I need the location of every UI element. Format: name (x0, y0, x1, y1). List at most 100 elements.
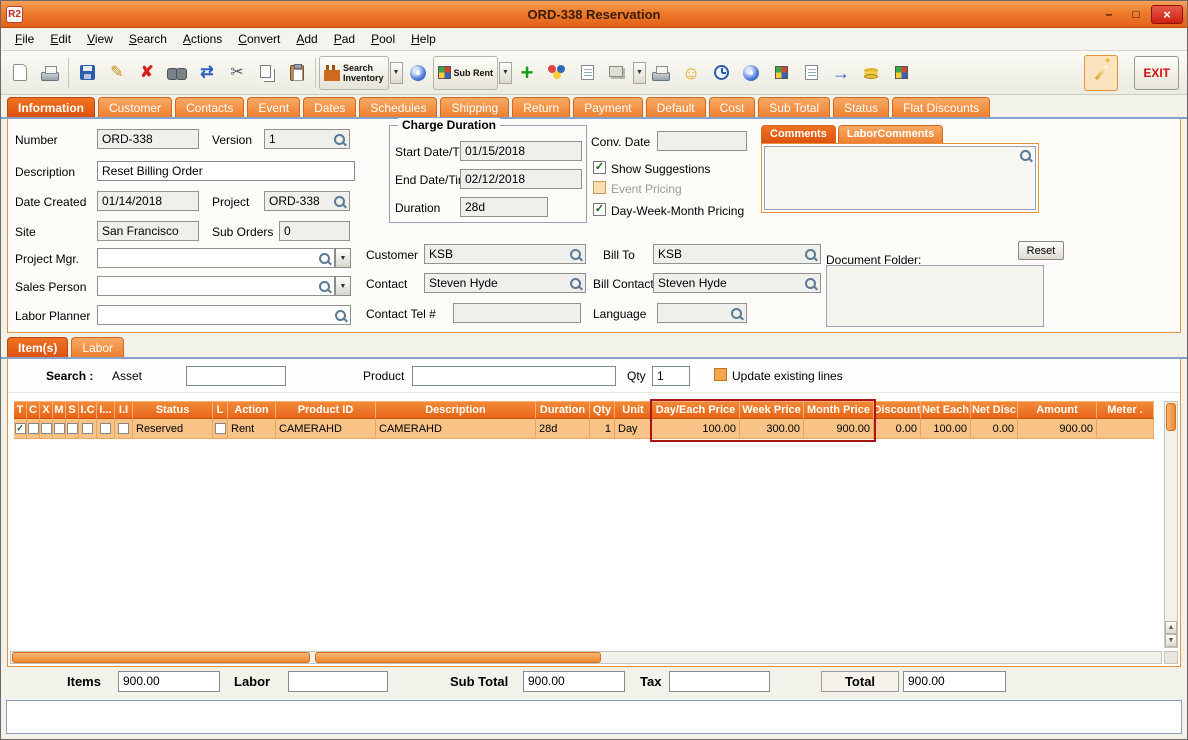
copy-button[interactable] (252, 55, 282, 91)
col-header-i[interactable]: I... (97, 401, 115, 419)
vertical-scrollbar-thumb[interactable] (1166, 403, 1176, 431)
scroll-down-button[interactable]: ▼ (1165, 634, 1177, 647)
tab-customer[interactable]: Customer (98, 97, 173, 117)
tab-schedules[interactable]: Schedules (359, 97, 438, 117)
col-header-status[interactable]: Status (133, 401, 213, 419)
col-header-week-price[interactable]: Week Price (740, 401, 804, 419)
tab-contacts[interactable]: Contacts (175, 97, 245, 117)
print-batch-button[interactable] (646, 55, 676, 91)
tab-labor[interactable]: Labor (71, 337, 125, 357)
col-header-product-id[interactable]: Product ID (276, 401, 376, 419)
conv-date-field[interactable] (657, 131, 747, 151)
notes-button[interactable] (796, 55, 826, 91)
search-magnifier-icon[interactable] (333, 195, 346, 208)
project-field[interactable]: ORD-338 (264, 191, 350, 211)
add-item-button[interactable]: + (512, 55, 542, 91)
col-header-m[interactable]: M (53, 401, 66, 419)
search-inventory-dropdown[interactable]: ▼ (389, 61, 403, 84)
col-header-action[interactable]: Action (228, 401, 276, 419)
cut-button[interactable]: ✂ (222, 55, 252, 91)
bill-contact-field[interactable]: Steven Hyde (653, 273, 821, 293)
scroll-up-button[interactable]: ▲ (1165, 621, 1177, 634)
col-header-meter[interactable]: Meter . (1097, 401, 1154, 419)
transfer-button[interactable]: ⇄ (192, 55, 222, 91)
modules-button[interactable] (886, 55, 916, 91)
search-magnifier-icon[interactable] (334, 309, 347, 322)
search-magnifier-icon[interactable] (333, 133, 346, 146)
product-input[interactable] (412, 366, 616, 386)
edit-button[interactable]: ✎ (102, 55, 132, 91)
site-field[interactable]: San Francisco (97, 221, 199, 241)
sub-rent-dropdown[interactable]: ▼ (499, 61, 513, 84)
find-button[interactable] (162, 55, 192, 91)
table-row[interactable]: ✓ Reserved Rent CAMERAHD CAMERAHD 28d 1 … (14, 419, 1154, 439)
pool-button[interactable] (542, 55, 572, 91)
menu-help[interactable]: Help (403, 29, 444, 49)
search-magnifier-icon[interactable] (569, 248, 582, 261)
col-header-net-each[interactable]: Net Each (921, 401, 971, 419)
bill-to-field[interactable]: KSB (653, 244, 821, 264)
minimize-button[interactable]: – (1097, 5, 1121, 23)
col-header-unit[interactable]: Unit (615, 401, 652, 419)
sub-rent-button[interactable]: Sub Rent (432, 55, 499, 90)
col-header-month-price[interactable]: Month Price (804, 401, 874, 419)
search-magnifier-icon[interactable] (804, 248, 817, 261)
tab-sub-total[interactable]: Sub Total (758, 97, 831, 117)
c-checkbox[interactable] (27, 423, 39, 434)
contact-tel-field[interactable] (453, 303, 581, 323)
close-button[interactable]: × (1151, 4, 1183, 24)
menu-edit[interactable]: Edit (42, 29, 79, 49)
horizontal-scrollbar-thumb[interactable] (315, 651, 601, 663)
col-header-l[interactable]: L (213, 401, 228, 419)
x-checkbox[interactable] (40, 423, 52, 434)
smiley-button[interactable]: ☺ (676, 55, 706, 91)
document-folder-box[interactable] (826, 265, 1044, 327)
col-header-t[interactable]: T (14, 401, 27, 419)
menu-pad[interactable]: Pad (326, 29, 363, 49)
col-header-amount[interactable]: Amount (1018, 401, 1097, 419)
tab-cost[interactable]: Cost (708, 97, 756, 117)
search-magnifier-icon[interactable] (1019, 149, 1032, 162)
col-header-qty[interactable]: Qty (590, 401, 615, 419)
project-mgr-dropdown[interactable]: ▼ (335, 248, 351, 268)
delete-button[interactable]: ✘ (132, 55, 162, 91)
paste-button[interactable] (282, 55, 312, 91)
batch-button[interactable] (602, 55, 632, 91)
dwm-pricing-checkbox[interactable]: ✓ (593, 203, 606, 216)
tab-flat-discounts[interactable]: Flat Discounts (892, 97, 991, 117)
m-checkbox[interactable] (53, 423, 65, 434)
batch-dropdown[interactable]: ▼ (633, 61, 647, 84)
customer-field[interactable]: KSB (424, 244, 586, 264)
update-existing-lines-checkbox[interactable] (714, 368, 727, 381)
tab-dates[interactable]: Dates (303, 97, 357, 117)
tab-shipping[interactable]: Shipping (440, 97, 510, 117)
export-button[interactable]: → (826, 55, 856, 91)
tab-comments[interactable]: Comments (761, 125, 836, 143)
col-header-ic[interactable]: I.C (79, 401, 97, 419)
ic-checkbox[interactable] (82, 423, 93, 434)
vertical-scrollbar[interactable]: ▲ ▼ (1164, 401, 1178, 648)
row-select-checkbox[interactable]: ✓ (14, 423, 26, 434)
menu-pool[interactable]: Pool (363, 29, 403, 49)
exit-button[interactable]: EXIT (1134, 55, 1179, 90)
col-header-description[interactable]: Description (376, 401, 536, 419)
qty-input[interactable] (652, 366, 690, 386)
horizontal-scrollbar[interactable] (10, 650, 1162, 664)
col-header-ii[interactable]: I.I (115, 401, 133, 419)
i-checkbox[interactable] (100, 423, 111, 434)
project-mgr-field[interactable] (97, 248, 335, 268)
menu-file[interactable]: File (7, 29, 42, 49)
col-header-s[interactable]: S (66, 401, 79, 419)
droplet-button[interactable] (403, 55, 433, 91)
s-checkbox[interactable] (66, 423, 78, 434)
l-checkbox[interactable] (214, 423, 226, 434)
description-input[interactable] (97, 161, 355, 181)
start-date-field[interactable]: 01/15/2018 (460, 141, 582, 161)
col-header-duration[interactable]: Duration (536, 401, 590, 419)
tab-information[interactable]: Information (7, 97, 95, 117)
end-date-field[interactable]: 02/12/2018 (460, 169, 582, 189)
search-magnifier-icon[interactable] (318, 280, 331, 293)
menu-search[interactable]: Search (121, 29, 175, 49)
maximize-button[interactable]: □ (1124, 5, 1148, 23)
comments-textarea[interactable] (764, 146, 1036, 210)
